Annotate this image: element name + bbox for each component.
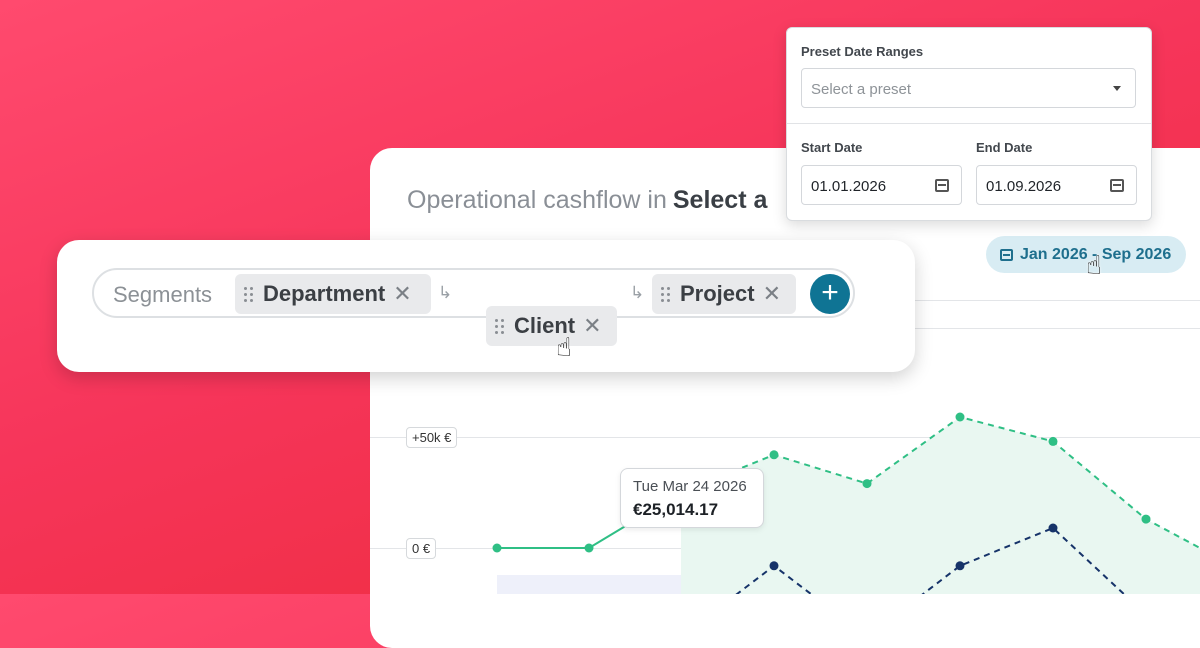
- y-axis-label: +50k €: [406, 427, 458, 448]
- data-point-green[interactable]: [1048, 436, 1058, 446]
- drag-handle-icon[interactable]: [244, 286, 254, 302]
- preset-date-popover: Preset Date Ranges Select a preset Start…: [786, 27, 1152, 221]
- navy-area-fill: [497, 575, 681, 594]
- close-icon[interactable]: ✕: [393, 281, 411, 307]
- data-point-navy[interactable]: [769, 561, 779, 571]
- chip-department[interactable]: Department ✕: [235, 274, 431, 314]
- caret-down-icon: [1113, 86, 1121, 91]
- divider: [787, 123, 1151, 124]
- tooltip-value: €25,014.17: [633, 500, 719, 519]
- start-date-label: Start Date: [801, 140, 863, 155]
- chip-project[interactable]: Project ✕: [652, 274, 796, 314]
- data-point-green[interactable]: [769, 450, 779, 460]
- data-point-navy[interactable]: [1048, 523, 1058, 533]
- data-point-green[interactable]: [955, 412, 965, 422]
- chip-label: Project: [680, 281, 755, 306]
- chip-client[interactable]: Client ✕: [486, 306, 617, 346]
- hand-cursor-icon: ☝: [556, 332, 572, 362]
- preset-select[interactable]: Select a preset: [801, 68, 1136, 108]
- y-axis-label: 0 €: [406, 538, 437, 559]
- calendar-icon[interactable]: [935, 179, 949, 192]
- segments-card: Segments Department ✕ ↳ Client ✕ ↳ Proje…: [57, 240, 915, 372]
- end-date-label: End Date: [976, 140, 1033, 155]
- close-icon[interactable]: ✕: [583, 313, 601, 339]
- segments-label: Segments: [113, 282, 213, 307]
- close-icon[interactable]: ✕: [763, 281, 781, 307]
- data-point-green[interactable]: [1141, 514, 1151, 524]
- preset-placeholder: Select a preset: [811, 81, 912, 98]
- tooltip-date: Tue Mar 24 2026: [633, 478, 747, 495]
- drag-handle-icon[interactable]: [495, 318, 505, 334]
- arrow-icon: ↳: [630, 283, 645, 302]
- preset-label: Preset Date Ranges: [801, 44, 924, 59]
- drag-handle-icon[interactable]: [661, 286, 671, 302]
- data-point-navy[interactable]: [955, 561, 965, 571]
- data-point-green[interactable]: [862, 479, 872, 489]
- chip-label: Department: [263, 281, 386, 306]
- calendar-icon[interactable]: [1110, 179, 1124, 192]
- start-date-value: 01.01.2026: [811, 178, 887, 195]
- arrow-icon: ↳: [438, 283, 453, 302]
- end-date-input[interactable]: 01.09.2026: [976, 165, 1137, 205]
- data-point-green[interactable]: [584, 543, 594, 553]
- data-point-green[interactable]: [492, 543, 502, 553]
- add-segment-button[interactable]: +: [810, 274, 850, 314]
- hand-cursor-icon: ☝: [1086, 250, 1102, 280]
- start-date-input[interactable]: 01.01.2026: [801, 165, 962, 205]
- chart-tooltip: Tue Mar 24 2026 €25,014.17: [620, 468, 764, 528]
- end-date-value: 01.09.2026: [986, 178, 1062, 195]
